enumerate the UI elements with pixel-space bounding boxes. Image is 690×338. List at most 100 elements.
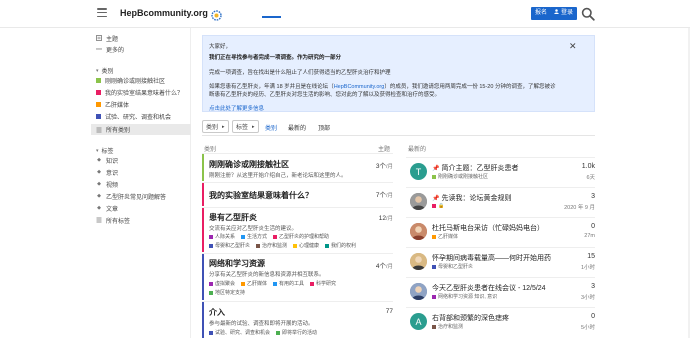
category-title[interactable]: 网络和学习资源 — [209, 258, 265, 269]
category-dropdown[interactable]: 类别 ▸ — [202, 120, 229, 133]
site-logo[interactable]: HepBcommunity.org — [120, 6, 222, 21]
avatar[interactable] — [410, 193, 427, 210]
topic-activity-time[interactable]: 5小时 — [581, 323, 595, 331]
subcategory-link[interactable]: 生活方式 — [241, 233, 267, 240]
topic-activity-time[interactable]: 1小时 — [581, 263, 595, 271]
subcategory-label: 即将举行的活动 — [282, 330, 318, 336]
subcategory-link[interactable]: 即将举行的活动 — [276, 329, 317, 336]
topic-title[interactable]: 杜托马斯电台采访（忙碌妈妈电台） — [432, 223, 544, 233]
sidebar-tag-item[interactable]: ◆ 视频 — [91, 179, 191, 189]
avatar[interactable] — [410, 223, 427, 240]
active-tab-indicator — [262, 16, 281, 18]
subcategory-link[interactable]: 母婴和乙型肝炎 — [209, 242, 250, 249]
subcategory-link[interactable]: 有用的工具 — [273, 280, 304, 287]
subcategory-link[interactable]: 乙肝媒体 — [241, 280, 267, 287]
category-row[interactable]: 网络和学习资源 分享有关乙型肝炎的新信息和资源并相互联系。 4个/月 虚拟聚会 … — [202, 253, 393, 300]
sidebar-category-item[interactable]: 乙肝媒体 — [91, 99, 191, 109]
category-title[interactable]: 我的实验室结果意味着什么？ — [209, 190, 313, 201]
sidebar-item-topics[interactable]: 主题 — [91, 33, 191, 43]
category-title[interactable]: 刚刚确诊或刚接触社区 — [209, 159, 289, 170]
topic-title[interactable]: 右背部和颈繁的深色痣疼 — [432, 313, 509, 323]
login-button[interactable]: 登录 — [550, 7, 578, 20]
category-color-swatch — [96, 77, 101, 83]
category-title[interactable]: 介入 — [209, 307, 225, 318]
subcategory-link[interactable]: 虚拟聚会 — [209, 280, 235, 287]
sidebar-item-label: 所有类别 — [106, 128, 131, 134]
subcategory-link[interactable]: 地区特定支持 — [209, 289, 245, 296]
topic-category[interactable]: 母婴和乙型肝炎 — [432, 263, 473, 270]
sidebar-category-item[interactable]: 试验、研究、调查和机会 — [91, 111, 191, 121]
sidebar-tag-item[interactable]: ◆ 意识 — [91, 167, 191, 177]
sidebar-section-label: 标签 — [101, 149, 114, 155]
category-topic-count: 12/月 — [379, 214, 393, 222]
tab-latest[interactable]: 最新的 — [288, 123, 306, 132]
topic-title[interactable]: 📌 简介主题：乙型肝炎患者 — [432, 163, 518, 173]
subcategory-row: 人际关系 生活方式 乙型肝炎的护理和帮助 — [209, 233, 329, 240]
subcategory-link[interactable]: 我们的权利 — [325, 242, 356, 249]
category-row[interactable]: 患有乙型肝炎 交流有关应对乙型肝炎生活的建议。 12/月 人际关系 生活方式 乙… — [202, 207, 393, 252]
dropdown-label: 标签 — [236, 125, 249, 131]
topic-title[interactable]: 怀孕期间病毒载量高——何时开始用药 — [432, 253, 551, 263]
topic-title[interactable]: 📌 先读我：论坛黄金规则 — [432, 193, 511, 203]
signup-button[interactable]: 报名 — [531, 7, 552, 20]
latest-topic-row[interactable]: A 右背部和颈繁的深色痣疼 治疗和监测 0 5小时 — [406, 307, 595, 333]
count-unit: /月 — [385, 264, 393, 270]
category-list: 刚刚确诊或刚接触社区 刚刚注册？从这里开始介绍自己，新老论坛和这里的人。 3个/… — [202, 153, 393, 338]
avatar[interactable] — [410, 253, 427, 270]
sidebar-category-item[interactable]: 刚刚确诊或刚接触社区 — [91, 75, 191, 85]
sidebar-tag-item[interactable]: ◆ 文章 — [91, 203, 191, 213]
subcategory-link[interactable]: 科学研究 — [310, 280, 336, 287]
avatar[interactable] — [410, 283, 427, 300]
topic-title-text: 先读我：论坛黄金规则 — [441, 195, 512, 202]
sidebar-tags-header[interactable]: ▾ 标签 — [96, 146, 114, 156]
category-color-swatch — [432, 324, 436, 329]
sidebar-tag-item[interactable]: ◆ 知识 — [91, 155, 191, 165]
topic-category[interactable]: 🔒 — [432, 203, 444, 209]
topic-category[interactable]: 刚刚确诊或刚接触社区 — [432, 173, 488, 180]
sidebar-item-more[interactable]: 更多的 — [91, 44, 191, 54]
subcategory-link[interactable]: 心理健康 — [293, 242, 319, 249]
avatar[interactable]: T — [410, 163, 427, 180]
topic-activity-time[interactable]: 6天 — [586, 173, 595, 181]
subcategory-link[interactable]: 试验、研究、调查和机会 — [209, 329, 270, 336]
topic-title[interactable]: 今天乙型肝炎患者在线会议 - 12/5/24 — [432, 283, 546, 293]
subcategory-label: 试验、研究、调查和机会 — [215, 330, 271, 336]
close-icon[interactable]: ✕ — [569, 41, 577, 52]
subcategory-swatch — [209, 243, 213, 248]
category-color-bar — [202, 254, 204, 300]
banner-more-link[interactable]: 点击此处了解更多信息 — [209, 104, 264, 112]
category-color-swatch — [432, 234, 436, 239]
hamburger-menu-icon[interactable] — [97, 8, 107, 17]
sidebar-tag-item[interactable]: ◆ 乙型肝炎常见问题解答 — [91, 191, 191, 201]
latest-topic-row[interactable]: 怀孕期间病毒载量高——何时开始用药 母婴和乙型肝炎 15 1小时 — [406, 247, 595, 273]
topic-category[interactable]: 乙肝媒体 — [432, 233, 458, 240]
reply-count: 3 — [591, 283, 595, 290]
latest-topic-row[interactable]: T 📌 简介主题：乙型肝炎患者 刚刚确诊或刚接触社区 1.0k 6天 — [406, 157, 595, 183]
subcategory-label: 治疗和监测 — [262, 243, 288, 249]
count-value: 77 — [385, 308, 393, 315]
avatar[interactable]: A — [410, 313, 427, 330]
subcategory-link[interactable]: 治疗和监测 — [256, 242, 287, 249]
tab-top[interactable]: 顶部 — [318, 123, 330, 132]
tab-categories[interactable]: 类别 — [265, 123, 277, 132]
topic-category[interactable]: 治疗和监测 — [432, 323, 463, 330]
latest-topic-row[interactable]: 杜托马斯电台采访（忙碌妈妈电台） 乙肝媒体 0 27m — [406, 217, 595, 243]
topic-activity-time[interactable]: 27m — [584, 233, 595, 239]
category-row[interactable]: 我的实验室结果意味着什么？ 7个/月 — [202, 182, 393, 206]
latest-topic-row[interactable]: 今天乙型肝炎患者在线会议 - 12/5/24 网络和学习资源 知识, 意识 3 … — [406, 277, 595, 303]
topic-category[interactable]: 网络和学习资源 知识, 意识 — [432, 293, 497, 300]
tag-dropdown[interactable]: 标签 ▸ — [232, 120, 259, 133]
category-title[interactable]: 患有乙型肝炎 — [209, 212, 257, 223]
subcategory-link[interactable]: 乙型肝炎的护理和帮助 — [273, 233, 329, 240]
search-icon[interactable] — [581, 7, 595, 21]
latest-topic-row[interactable]: 📌 先读我：论坛黄金规则 🔒 3 2020 年 9 月 — [406, 187, 595, 213]
category-row[interactable]: 介入 参与最新的试验、调查和即将开展的活动。 77 试验、研究、调查和机会 即将… — [202, 301, 393, 338]
sidebar-item-all-categories[interactable]: 所有类别 — [91, 124, 191, 135]
topic-activity-time[interactable]: 2020 年 9 月 — [564, 203, 595, 211]
topic-activity-time[interactable]: 3小时 — [581, 293, 595, 301]
sidebar-categories-header[interactable]: ▾ 类别 — [96, 66, 114, 76]
sidebar-item-all-tags[interactable]: 所有标签 — [91, 215, 191, 225]
sidebar-category-item[interactable]: 我的实验室结果意味着什么？ — [91, 87, 191, 97]
category-row[interactable]: 刚刚确诊或刚接触社区 刚刚注册？从这里开始介绍自己，新老论坛和这里的人。 3个/… — [202, 153, 393, 181]
subcategory-link[interactable]: 人际关系 — [209, 233, 235, 240]
